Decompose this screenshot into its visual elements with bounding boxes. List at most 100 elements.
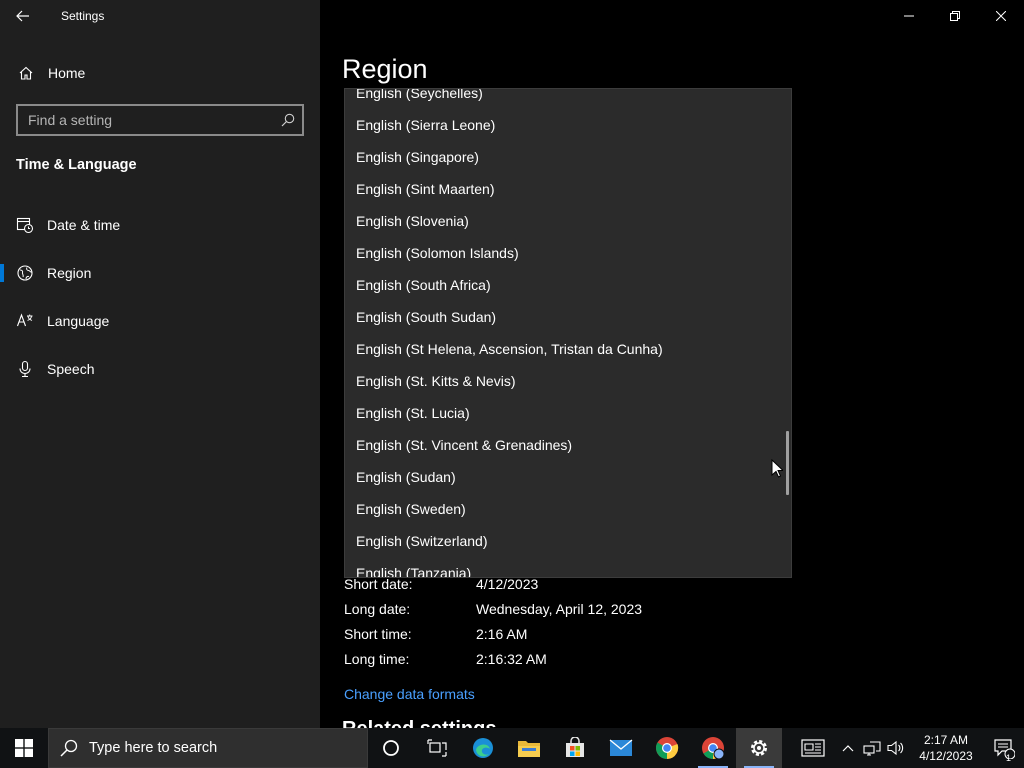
list-item[interactable]: English (St Helena, Ascension, Tristan d… bbox=[345, 333, 791, 365]
taskbar: Type here to search 2:17 AM 4/12/2023 1 bbox=[0, 728, 1024, 768]
format-value: Wednesday, April 12, 2023 bbox=[476, 601, 643, 617]
file-explorer-button[interactable] bbox=[506, 728, 552, 768]
mail-button[interactable] bbox=[598, 728, 644, 768]
speaker-icon bbox=[887, 740, 904, 756]
list-item[interactable]: English (St. Lucia) bbox=[345, 397, 791, 429]
format-label: Short time: bbox=[344, 626, 412, 642]
globe-icon bbox=[16, 264, 34, 282]
close-icon bbox=[996, 11, 1006, 21]
list-item[interactable]: English (Singapore) bbox=[345, 141, 791, 173]
regional-format-dropdown-list[interactable]: English (Seychelles) English (Sierra Leo… bbox=[344, 88, 792, 578]
task-view-button[interactable] bbox=[414, 728, 460, 768]
mouse-cursor-icon bbox=[771, 459, 783, 478]
gear-icon bbox=[751, 740, 767, 756]
folder-icon bbox=[518, 741, 540, 757]
sidebar-item-label: Date & time bbox=[47, 217, 121, 233]
minimize-icon bbox=[904, 15, 914, 17]
windows-logo-icon bbox=[15, 739, 33, 757]
sidebar-item-speech[interactable]: Speech bbox=[0, 349, 320, 389]
list-item[interactable]: English (Sudan) bbox=[345, 461, 791, 493]
list-item[interactable]: English (Sweden) bbox=[345, 493, 791, 525]
format-label: Long date: bbox=[344, 601, 411, 617]
format-label: Short date: bbox=[344, 576, 413, 592]
news-icon bbox=[801, 739, 825, 757]
action-center-button[interactable]: 1 bbox=[984, 728, 1024, 768]
cortana-button[interactable] bbox=[368, 728, 414, 768]
taskbar-search-box[interactable]: Type here to search bbox=[48, 728, 368, 768]
clock-date: 4/12/2023 bbox=[919, 749, 973, 763]
list-item[interactable]: English (Sierra Leone) bbox=[345, 109, 791, 141]
mail-icon bbox=[609, 739, 633, 756]
page-title: Region bbox=[342, 54, 428, 84]
format-value: 2:16 AM bbox=[476, 626, 528, 642]
find-setting-input[interactable] bbox=[18, 112, 274, 128]
sidebar-item-label: Language bbox=[47, 313, 110, 329]
network-button[interactable] bbox=[860, 728, 884, 768]
section-title: Time & Language bbox=[16, 157, 137, 173]
list-item[interactable]: English (Solomon Islands) bbox=[345, 237, 791, 269]
edge-browser-icon bbox=[473, 738, 493, 758]
settings-taskbar-button[interactable] bbox=[736, 728, 782, 768]
chrome-icon bbox=[656, 737, 679, 759]
close-button[interactable] bbox=[978, 0, 1024, 32]
network-icon bbox=[863, 741, 881, 756]
list-item[interactable]: English (Seychelles) bbox=[345, 89, 791, 109]
dropdown-scrollbar-thumb[interactable] bbox=[786, 431, 789, 495]
format-label: Long time: bbox=[344, 651, 410, 667]
clock-time: 2:17 AM bbox=[923, 733, 969, 747]
sidebar-item-home[interactable]: Home bbox=[0, 58, 320, 88]
minimize-button[interactable] bbox=[886, 0, 932, 32]
chrome-button[interactable] bbox=[644, 728, 690, 768]
list-item[interactable]: English (South Sudan) bbox=[345, 301, 791, 333]
chrome-profile-icon bbox=[702, 737, 725, 760]
show-hidden-icons-button[interactable] bbox=[836, 728, 860, 768]
app-title: Settings bbox=[61, 9, 105, 23]
list-item[interactable]: English (Switzerland) bbox=[345, 525, 791, 557]
back-button[interactable] bbox=[0, 0, 46, 32]
start-button[interactable] bbox=[0, 728, 48, 768]
list-item[interactable]: English (St. Kitts & Nevis) bbox=[345, 365, 791, 397]
notification-icon bbox=[994, 739, 1015, 759]
search-icon bbox=[60, 739, 78, 757]
restore-icon bbox=[950, 11, 960, 21]
settings-sidebar: Settings Home Time & Language Date & tim… bbox=[0, 0, 320, 728]
microphone-icon bbox=[16, 360, 34, 378]
language-icon bbox=[16, 312, 34, 330]
list-item[interactable]: English (St. Vincent & Grenadines) bbox=[345, 429, 791, 461]
list-item[interactable]: English (Tanzania) bbox=[345, 557, 791, 577]
related-settings-heading: Related settings bbox=[342, 719, 496, 728]
microsoft-store-button[interactable] bbox=[552, 728, 598, 768]
task-view-icon bbox=[427, 739, 447, 757]
window-controls bbox=[886, 0, 1024, 32]
sidebar-item-region[interactable]: Region bbox=[0, 253, 320, 293]
sidebar-item-label: Region bbox=[47, 265, 92, 281]
region-page: Region Short date: 4/12/2023 Long date: … bbox=[320, 0, 1024, 728]
format-row-short-date: Short date: 4/12/2023 bbox=[344, 576, 538, 596]
change-data-formats-link[interactable]: Change data formats bbox=[344, 686, 475, 702]
home-label: Home bbox=[48, 65, 86, 81]
chrome-profile-button[interactable] bbox=[690, 728, 736, 768]
find-setting-search[interactable] bbox=[16, 104, 304, 136]
chevron-up-icon bbox=[842, 745, 854, 752]
edge-button[interactable] bbox=[460, 728, 506, 768]
sidebar-item-date-time[interactable]: Date & time bbox=[0, 205, 320, 245]
system-tray: 2:17 AM 4/12/2023 1 bbox=[790, 728, 1024, 768]
list-item[interactable]: English (Slovenia) bbox=[345, 205, 791, 237]
news-widget-button[interactable] bbox=[790, 728, 836, 768]
notification-count: 1 bbox=[1005, 753, 1011, 763]
taskbar-clock[interactable]: 2:17 AM 4/12/2023 bbox=[908, 732, 984, 764]
volume-button[interactable] bbox=[884, 728, 908, 768]
sidebar-item-language[interactable]: Language bbox=[0, 301, 320, 341]
search-icon[interactable] bbox=[274, 113, 302, 127]
list-item[interactable]: English (Sint Maarten) bbox=[345, 173, 791, 205]
list-item[interactable]: English (South Africa) bbox=[345, 269, 791, 301]
format-row-long-date: Long date: Wednesday, April 12, 2023 bbox=[344, 601, 642, 621]
home-icon bbox=[17, 64, 35, 82]
restore-button[interactable] bbox=[932, 0, 978, 32]
cortana-icon bbox=[383, 740, 399, 756]
format-row-short-time: Short time: 2:16 AM bbox=[344, 626, 527, 646]
format-row-long-time: Long time: 2:16:32 AM bbox=[344, 651, 547, 671]
taskbar-search-placeholder: Type here to search bbox=[89, 740, 218, 756]
back-arrow-icon bbox=[16, 10, 29, 22]
title-bar: Settings bbox=[0, 0, 320, 32]
